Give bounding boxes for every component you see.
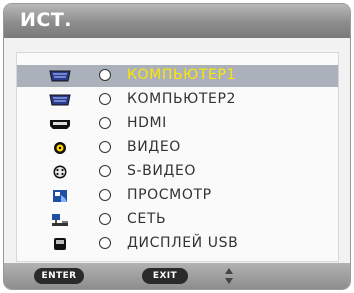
source-label: СЕТЬ [127, 211, 167, 227]
source-label: ВИДЕО [127, 139, 181, 155]
source-list: КОМПЬЮТЕР1 КОМПЬЮТЕР2 HDMI ВИДЕО S-ВИДЕО… [16, 52, 339, 262]
hdmi-connector-icon [50, 120, 70, 129]
source-radio[interactable] [99, 93, 111, 105]
enter-key-hint[interactable]: ENTER [34, 268, 84, 284]
source-item-video[interactable]: ВИДЕО [17, 137, 338, 159]
source-item-viewer[interactable]: ПРОСМОТР [17, 185, 338, 207]
source-radio[interactable] [99, 141, 111, 153]
source-radio[interactable] [99, 165, 111, 177]
source-label: КОМПЬЮТЕР1 [127, 67, 237, 83]
source-label: S-ВИДЕО [127, 163, 197, 179]
source-item-s-video[interactable]: S-ВИДЕО [17, 161, 338, 183]
source-radio[interactable] [99, 117, 111, 129]
key-guide-bar: ENTER EXIT [4, 263, 350, 289]
source-item-usb-display[interactable]: ДИСПЛЕЙ USB [17, 233, 338, 255]
source-item-computer2[interactable]: КОМПЬЮТЕР2 [17, 89, 338, 111]
exit-key-hint[interactable]: EXIT [142, 268, 188, 284]
source-label: ПРОСМОТР [127, 187, 212, 203]
source-radio[interactable] [99, 69, 111, 81]
source-label: КОМПЬЮТЕР2 [127, 91, 237, 107]
menu-title-bar: ИСТ. [4, 4, 350, 38]
network-icon [52, 214, 68, 226]
source-item-network[interactable]: СЕТЬ [17, 209, 338, 231]
source-label: HDMI [127, 115, 167, 131]
source-radio[interactable] [99, 237, 111, 249]
s-video-icon [53, 165, 67, 179]
source-item-hdmi[interactable]: HDMI [17, 113, 338, 135]
source-item-computer1[interactable]: КОМПЬЮТЕР1 [17, 65, 338, 87]
source-label: ДИСПЛЕЙ USB [127, 235, 239, 251]
computer-connector-icon [49, 70, 71, 82]
menu-title: ИСТ. [20, 9, 73, 31]
input-source-menu: ИСТ. КОМПЬЮТЕР1 КОМПЬЮТЕР2 HDMI ВИДЕО S-… [4, 4, 350, 289]
computer-connector-icon [49, 94, 71, 106]
source-radio[interactable] [99, 213, 111, 225]
usb-display-icon [54, 238, 66, 250]
rca-video-icon [54, 142, 66, 154]
source-radio[interactable] [99, 189, 111, 201]
up-down-arrows-icon [225, 268, 233, 284]
viewer-icon [53, 190, 67, 202]
